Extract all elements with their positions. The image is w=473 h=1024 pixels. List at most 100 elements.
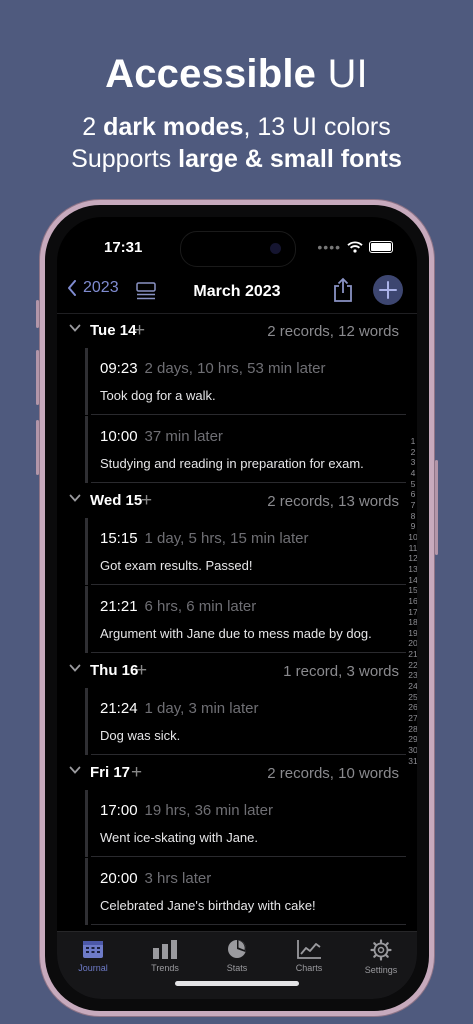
day-index-item[interactable]: 13: [405, 564, 417, 575]
day-header[interactable]: Fri 17 +2 records, 10 words: [57, 756, 403, 790]
chevron-down-icon[interactable]: [69, 662, 81, 674]
home-indicator[interactable]: [175, 981, 299, 986]
entry-time-row: 15:15 1 day, 5 hrs, 15 min later: [100, 530, 309, 547]
day-index-item[interactable]: 12: [405, 553, 417, 564]
journal-list[interactable]: Tue 14 +2 records, 12 words 09:23 2 days, 1…: [57, 313, 417, 932]
day-index-item[interactable]: 10: [405, 532, 417, 543]
promo-subtitle-2: Supports large & small fonts: [0, 145, 473, 174]
side-button-left-2: [36, 350, 39, 405]
tab-charts[interactable]: Charts: [279, 939, 339, 973]
tab-bar: Journal Trends Stats Charts Settings: [57, 931, 417, 999]
day-index-item[interactable]: 29: [405, 734, 417, 745]
add-to-day-icon[interactable]: +: [131, 762, 142, 784]
day-index-item[interactable]: 14: [405, 575, 417, 586]
chevron-down-icon[interactable]: [69, 322, 81, 334]
journal-entry[interactable]: 21:24 1 day, 3 min later Dog was sick.: [85, 688, 406, 755]
battery-icon: [369, 241, 393, 253]
pie-chart-icon: [228, 940, 246, 958]
day-index-item[interactable]: 23: [405, 670, 417, 681]
journal-entry[interactable]: 10:00 37 min later Studying and reading in…: [85, 416, 406, 483]
entry-time-gap: 3 hrs later: [144, 870, 212, 887]
page-title: March 2023: [193, 283, 281, 300]
day-index-item[interactable]: 4: [405, 468, 417, 479]
day-summary: 2 records, 12 words: [267, 323, 399, 340]
tab-settings[interactable]: Settings: [351, 939, 411, 975]
day-index-item[interactable]: 30: [405, 745, 417, 756]
day-index-item[interactable]: 16: [405, 596, 417, 607]
day-date: Tue 14: [90, 322, 137, 339]
tab-trends[interactable]: Trends: [135, 939, 195, 973]
day-index-item[interactable]: 25: [405, 692, 417, 703]
chevron-down-icon[interactable]: [69, 764, 81, 776]
day-index-item[interactable]: 22: [405, 660, 417, 671]
day-date: Fri 17: [90, 764, 131, 781]
entry-time-gap: 37 min later: [144, 428, 223, 445]
entry-text: Dog was sick.: [100, 728, 181, 743]
add-to-day-icon[interactable]: +: [141, 490, 152, 512]
journal-entry[interactable]: 09:23 2 days, 10 hrs, 53 min later Took do…: [85, 348, 406, 415]
day-index-item[interactable]: 2: [405, 447, 417, 458]
wifi-icon: [347, 241, 363, 253]
entry-time-row: 17:00 19 hrs, 36 min later: [100, 802, 273, 819]
tab-journal[interactable]: Journal: [63, 939, 123, 973]
day-index-scrubber[interactable]: 1 2 3 4 5 6 7 8 9 10 11 12 13 14 15 16 17 18 19 20 21 22 23 24 2…: [405, 436, 417, 766]
entry-text: Argument with Jane due to mess made by d…: [100, 626, 372, 641]
day-index-item[interactable]: 9: [405, 521, 417, 532]
journal-entry[interactable]: 15:15 1 day, 5 hrs, 15 min later Got exam …: [85, 518, 406, 585]
day-index-item[interactable]: 5: [405, 479, 417, 490]
day-index-item[interactable]: 15: [405, 585, 417, 596]
entry-divider: [91, 652, 406, 653]
day-index-item[interactable]: 7: [405, 500, 417, 511]
journal-entry[interactable]: 21:21 6 hrs, 6 min later Argument with Jan…: [85, 586, 406, 653]
chevron-down-icon[interactable]: [69, 492, 81, 504]
side-button-right: [435, 460, 438, 555]
tab-charts-label: Charts: [295, 963, 323, 973]
day-index-item[interactable]: 31: [405, 756, 417, 767]
promo-line1-bold: dark modes: [103, 113, 244, 141]
entry-divider: [91, 754, 406, 755]
journal-entry[interactable]: 20:00 3 hrs later Celebrated Jane's birthd…: [85, 858, 406, 925]
day-index-item[interactable]: 11: [405, 543, 417, 554]
entry-time-row: 09:23 2 days, 10 hrs, 53 min later: [100, 360, 325, 377]
promo-line2-bold: large & small fonts: [178, 145, 402, 173]
entry-time-gap: 6 hrs, 6 min later: [144, 598, 257, 615]
day-index-item[interactable]: 28: [405, 724, 417, 735]
day-index-item[interactable]: 8: [405, 511, 417, 522]
day-index-item[interactable]: 1: [405, 436, 417, 447]
day-index-item[interactable]: 24: [405, 681, 417, 692]
entry-time-gap: 2 days, 10 hrs, 53 min later: [144, 360, 326, 377]
day-index-item[interactable]: 19: [405, 628, 417, 639]
add-entry-button[interactable]: [373, 275, 403, 305]
navigation-bar: 2023 March 2023: [57, 273, 417, 313]
journal-entry[interactable]: 17:00 19 hrs, 36 min later Went ice-skatin…: [85, 790, 406, 857]
tab-trends-label: Trends: [151, 963, 179, 973]
day-index-item[interactable]: 21: [405, 649, 417, 660]
dynamic-island: [180, 231, 296, 267]
entry-time: 15:15: [100, 530, 138, 547]
promo-subtitle-1: 2 dark modes, 13 UI colors: [0, 113, 473, 142]
entry-divider: [91, 482, 406, 483]
day-index-item[interactable]: 18: [405, 617, 417, 628]
add-to-day-icon[interactable]: +: [136, 660, 147, 682]
day-header[interactable]: Thu 16 +1 record, 3 words: [57, 654, 403, 688]
day-index-item[interactable]: 27: [405, 713, 417, 724]
day-header[interactable]: Tue 14 +2 records, 12 words: [57, 314, 403, 348]
day-index-item[interactable]: 3: [405, 457, 417, 468]
day-index-item[interactable]: 6: [405, 489, 417, 500]
side-button-left-3: [36, 420, 39, 475]
phone-frame: 17:31 •••• 2023 March 2023 Tue 14 + 2 re…: [36, 200, 438, 1016]
day-index-item[interactable]: 26: [405, 702, 417, 713]
plus-icon: [379, 281, 397, 299]
entry-time: 17:00: [100, 802, 138, 819]
day-index-item[interactable]: 20: [405, 638, 417, 649]
day-index-item[interactable]: 17: [405, 607, 417, 618]
add-to-day-icon[interactable]: +: [134, 320, 145, 342]
entry-time: 20:00: [100, 870, 138, 887]
entry-text: Celebrated Jane's birthday with cake!: [100, 898, 316, 913]
entry-divider: [91, 856, 406, 857]
promo-title: Accessible UI: [0, 52, 473, 97]
share-icon[interactable]: [331, 277, 355, 303]
tab-stats[interactable]: Stats: [207, 939, 267, 973]
day-header[interactable]: Wed 15 +2 records, 13 words: [57, 484, 403, 518]
status-time: 17:31: [104, 239, 143, 256]
